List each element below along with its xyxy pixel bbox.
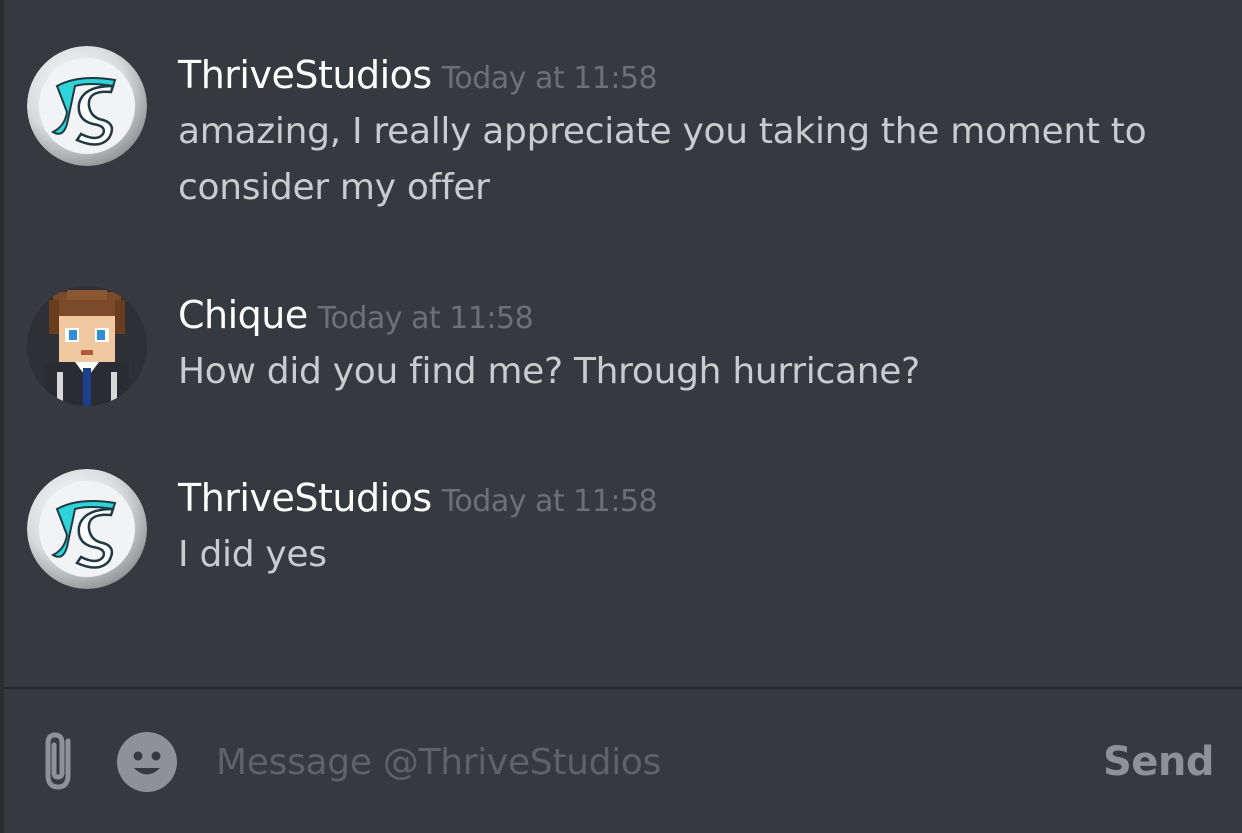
message-input[interactable] (216, 733, 1036, 791)
dm-chat-window: ThriveStudios Today at 11:58 amazing, I r… (0, 0, 1242, 833)
username[interactable]: ThriveStudios (178, 53, 432, 97)
message-list: ThriveStudios Today at 11:58 amazing, I r… (4, 0, 1242, 688)
message-header: ThriveStudios Today at 11:58 (178, 46, 1202, 104)
smiley-icon[interactable] (116, 731, 178, 793)
message-content: Chique Today at 11:58 How did you find me… (178, 286, 1202, 400)
message-text: How did you find me? Through hurricane? (178, 351, 920, 392)
username[interactable]: ThriveStudios (178, 476, 432, 520)
thrivestudios-logo-icon[interactable] (27, 46, 147, 166)
thrivestudios-logo-icon[interactable] (27, 469, 147, 589)
message-text: I did yes (178, 534, 327, 575)
chique-character-icon[interactable] (27, 286, 147, 406)
message-content: ThriveStudios Today at 11:58 amazing, I r… (178, 46, 1202, 216)
message-text: amazing, I really appreciate you taking … (178, 111, 1147, 208)
timestamp: Today at 11:58 (441, 61, 658, 96)
message-header: Chique Today at 11:58 (178, 286, 1202, 344)
paperclip-icon[interactable] (38, 729, 82, 793)
message-header: ThriveStudios Today at 11:58 (178, 469, 1202, 527)
username[interactable]: Chique (178, 293, 308, 337)
message-content: ThriveStudios Today at 11:58 I did yes (178, 469, 1202, 583)
timestamp: Today at 11:58 (441, 484, 658, 519)
message-composer: Send (4, 689, 1242, 833)
send-button[interactable]: Send (1103, 733, 1215, 791)
timestamp: Today at 11:58 (317, 301, 534, 336)
